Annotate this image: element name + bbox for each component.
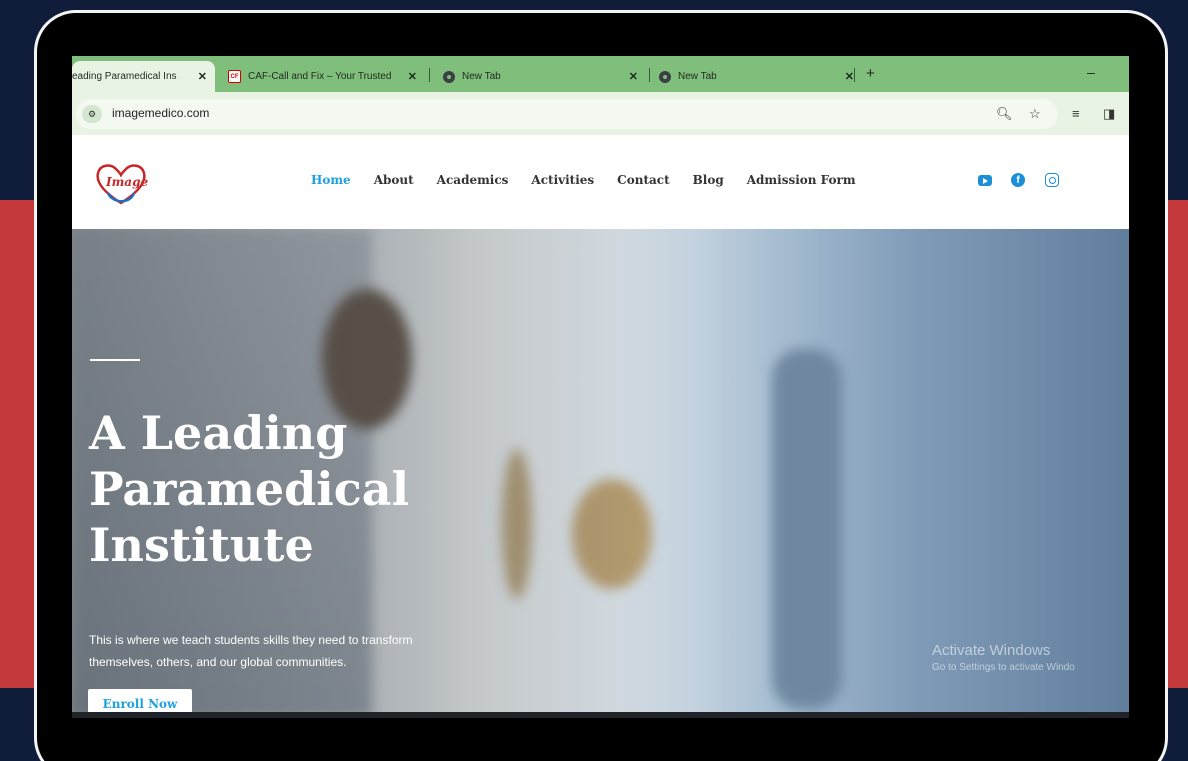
hero-title: A Leading Paramedical Institute (89, 405, 409, 573)
nav-activities[interactable]: Activities (531, 173, 594, 187)
tab-title: CAF-Call and Fix – Your Trusted (248, 71, 392, 82)
watermark-line: Activate Windows (932, 642, 1051, 659)
browser-screen: eading Paramedical Ins ✕ CF CAF-Call and… (72, 56, 1129, 718)
site-header: Image Home About Academics Activities Co… (72, 135, 1129, 229)
tab-imagemedico[interactable]: eading Paramedical Ins ✕ (72, 61, 215, 92)
hero-title-line: Paramedical (89, 462, 410, 516)
tab-title: New Tab (462, 71, 501, 82)
watermark-line: Go to Settings to activate Windo (932, 662, 1075, 673)
hero-subtitle-line: This is where we teach students skills t… (89, 633, 413, 647)
tab-title: eading Paramedical Ins (72, 71, 177, 82)
bookmark-star-icon[interactable]: ☆ (1029, 106, 1041, 122)
youtube-icon[interactable] (978, 175, 992, 186)
facebook-icon[interactable]: f (1011, 173, 1025, 187)
hero-section: A Leading Paramedical Institute This is … (72, 229, 1129, 718)
close-icon[interactable]: ✕ (629, 70, 638, 83)
side-panel-icon[interactable]: ◨ (1103, 106, 1115, 122)
logo-text[interactable]: Image (106, 175, 148, 189)
chrome-icon (442, 70, 455, 83)
caf-favicon-icon: CF (228, 70, 241, 83)
omnibox[interactable]: ⚙ imagemedico.com 🔍︎ ☆ (76, 99, 1058, 129)
tab-new-2[interactable]: New Tab ✕ (650, 61, 862, 92)
blurred-figure-image (772, 349, 842, 709)
hero-title-line: A Leading (89, 406, 348, 460)
main-nav: Home About Academics Activities Contact … (311, 173, 879, 187)
hero-title-line: Institute (89, 518, 314, 572)
zoom-icon[interactable]: 🔍︎ (996, 106, 1013, 122)
hero-subtitle-line: themselves, others, and our global commu… (89, 655, 347, 669)
tune-icon[interactable]: ⚙ (82, 105, 102, 123)
tab-strip: eading Paramedical Ins ✕ CF CAF-Call and… (72, 56, 1129, 92)
instagram-icon[interactable] (1045, 173, 1059, 187)
close-icon[interactable]: ✕ (408, 70, 417, 83)
minimize-button[interactable]: – (1087, 64, 1095, 80)
close-icon[interactable]: ✕ (845, 70, 854, 83)
tab-title: New Tab (678, 71, 717, 82)
nav-academics[interactable]: Academics (437, 173, 509, 187)
tab-new-1[interactable]: New Tab ✕ (434, 61, 646, 92)
new-tab-button[interactable]: + (866, 65, 875, 82)
nav-admission-form[interactable]: Admission Form (747, 173, 856, 187)
activate-windows-watermark: Activate Windows Go to Settings to activ… (932, 642, 1075, 673)
nav-contact[interactable]: Contact (617, 173, 669, 187)
hero-divider (90, 359, 140, 361)
url-text[interactable]: imagemedico.com (112, 106, 209, 120)
nav-blog[interactable]: Blog (693, 173, 724, 187)
address-bar: ⚙ imagemedico.com 🔍︎ ☆ ≡ ◨ (72, 92, 1129, 135)
right-red-band (1168, 200, 1188, 688)
tab-separator (854, 68, 855, 82)
taskbar (72, 712, 1129, 718)
tab-separator (429, 68, 430, 82)
tab-caf[interactable]: CF CAF-Call and Fix – Your Trusted ✕ (220, 61, 425, 92)
nav-about[interactable]: About (374, 173, 414, 187)
reading-list-icon[interactable]: ≡ (1072, 106, 1080, 121)
chrome-icon (658, 70, 671, 83)
close-icon[interactable]: ✕ (198, 70, 207, 83)
nav-home[interactable]: Home (311, 173, 351, 187)
hero-subtitle: This is where we teach students skills t… (89, 629, 489, 673)
